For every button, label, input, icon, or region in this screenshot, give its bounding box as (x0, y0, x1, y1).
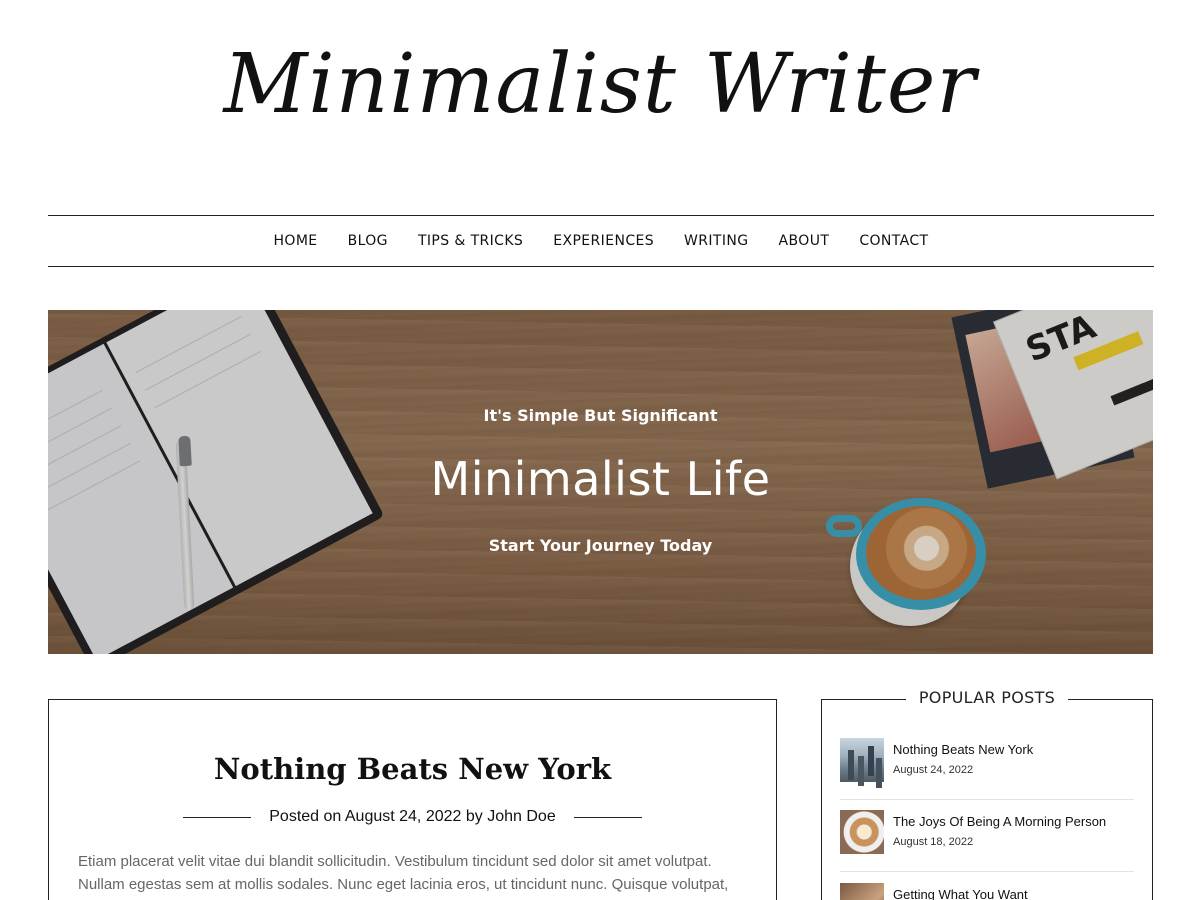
site-title[interactable]: Minimalist Writer (0, 39, 1200, 130)
widget-title: POPULAR POSTS (918, 688, 1056, 707)
popular-post-date: August 18, 2022 (893, 836, 974, 848)
popular-post-item[interactable]: Nothing Beats New York August 24, 2022 (840, 738, 1134, 800)
post-card: Nothing Beats New York Posted on August … (48, 699, 777, 900)
post-thumbnail[interactable] (840, 810, 884, 854)
hero-kicker: It's Simple But Significant (483, 406, 718, 425)
hero-banner: STA It's Simple But Significant Minimali… (48, 310, 1153, 654)
nav-blog[interactable]: BLOG (333, 233, 403, 249)
posted-on-label: Posted on (269, 808, 342, 825)
popular-post-item[interactable]: The Joys Of Being A Morning Person Augus… (840, 810, 1134, 872)
meta-divider-left (183, 816, 252, 818)
by-label: by (465, 808, 483, 825)
post-title[interactable]: Nothing Beats New York (49, 752, 776, 786)
main-navigation: HOME BLOG TIPS & TRICKS EXPERIENCES WRIT… (48, 215, 1154, 267)
post-author-link[interactable]: John Doe (487, 808, 556, 825)
popular-posts-widget: POPULAR POSTS Nothing Beats New York Aug… (821, 688, 1153, 900)
post-excerpt: Etiam placerat velit vitae dui blandit s… (78, 853, 729, 900)
popular-post-title[interactable]: Getting What You Want (893, 887, 1028, 900)
popular-post-date: August 24, 2022 (893, 764, 974, 776)
nav-tips-tricks[interactable]: TIPS & TRICKS (403, 233, 538, 249)
post-thumbnail[interactable] (840, 883, 884, 900)
popular-post-item[interactable]: Getting What You Want (840, 883, 1134, 900)
hero-title: Minimalist Life (430, 452, 771, 506)
post-meta-text: Posted on August 24, 2022 by John Doe (269, 808, 555, 826)
meta-divider-right (573, 816, 642, 818)
post-thumbnail[interactable] (840, 738, 884, 782)
nav-about[interactable]: ABOUT (764, 233, 845, 249)
popular-post-title[interactable]: Nothing Beats New York (893, 742, 1033, 757)
nav-home[interactable]: HOME (258, 233, 332, 249)
nav-contact[interactable]: CONTACT (844, 233, 943, 249)
nav-experiences[interactable]: EXPERIENCES (538, 233, 669, 249)
post-date-link[interactable]: August 24, 2022 (345, 808, 462, 825)
post-meta: Posted on August 24, 2022 by John Doe (49, 808, 776, 826)
nav-writing[interactable]: WRITING (669, 233, 764, 249)
popular-post-title[interactable]: The Joys Of Being A Morning Person (893, 814, 1106, 829)
hero-subtitle: Start Your Journey Today (488, 536, 713, 555)
